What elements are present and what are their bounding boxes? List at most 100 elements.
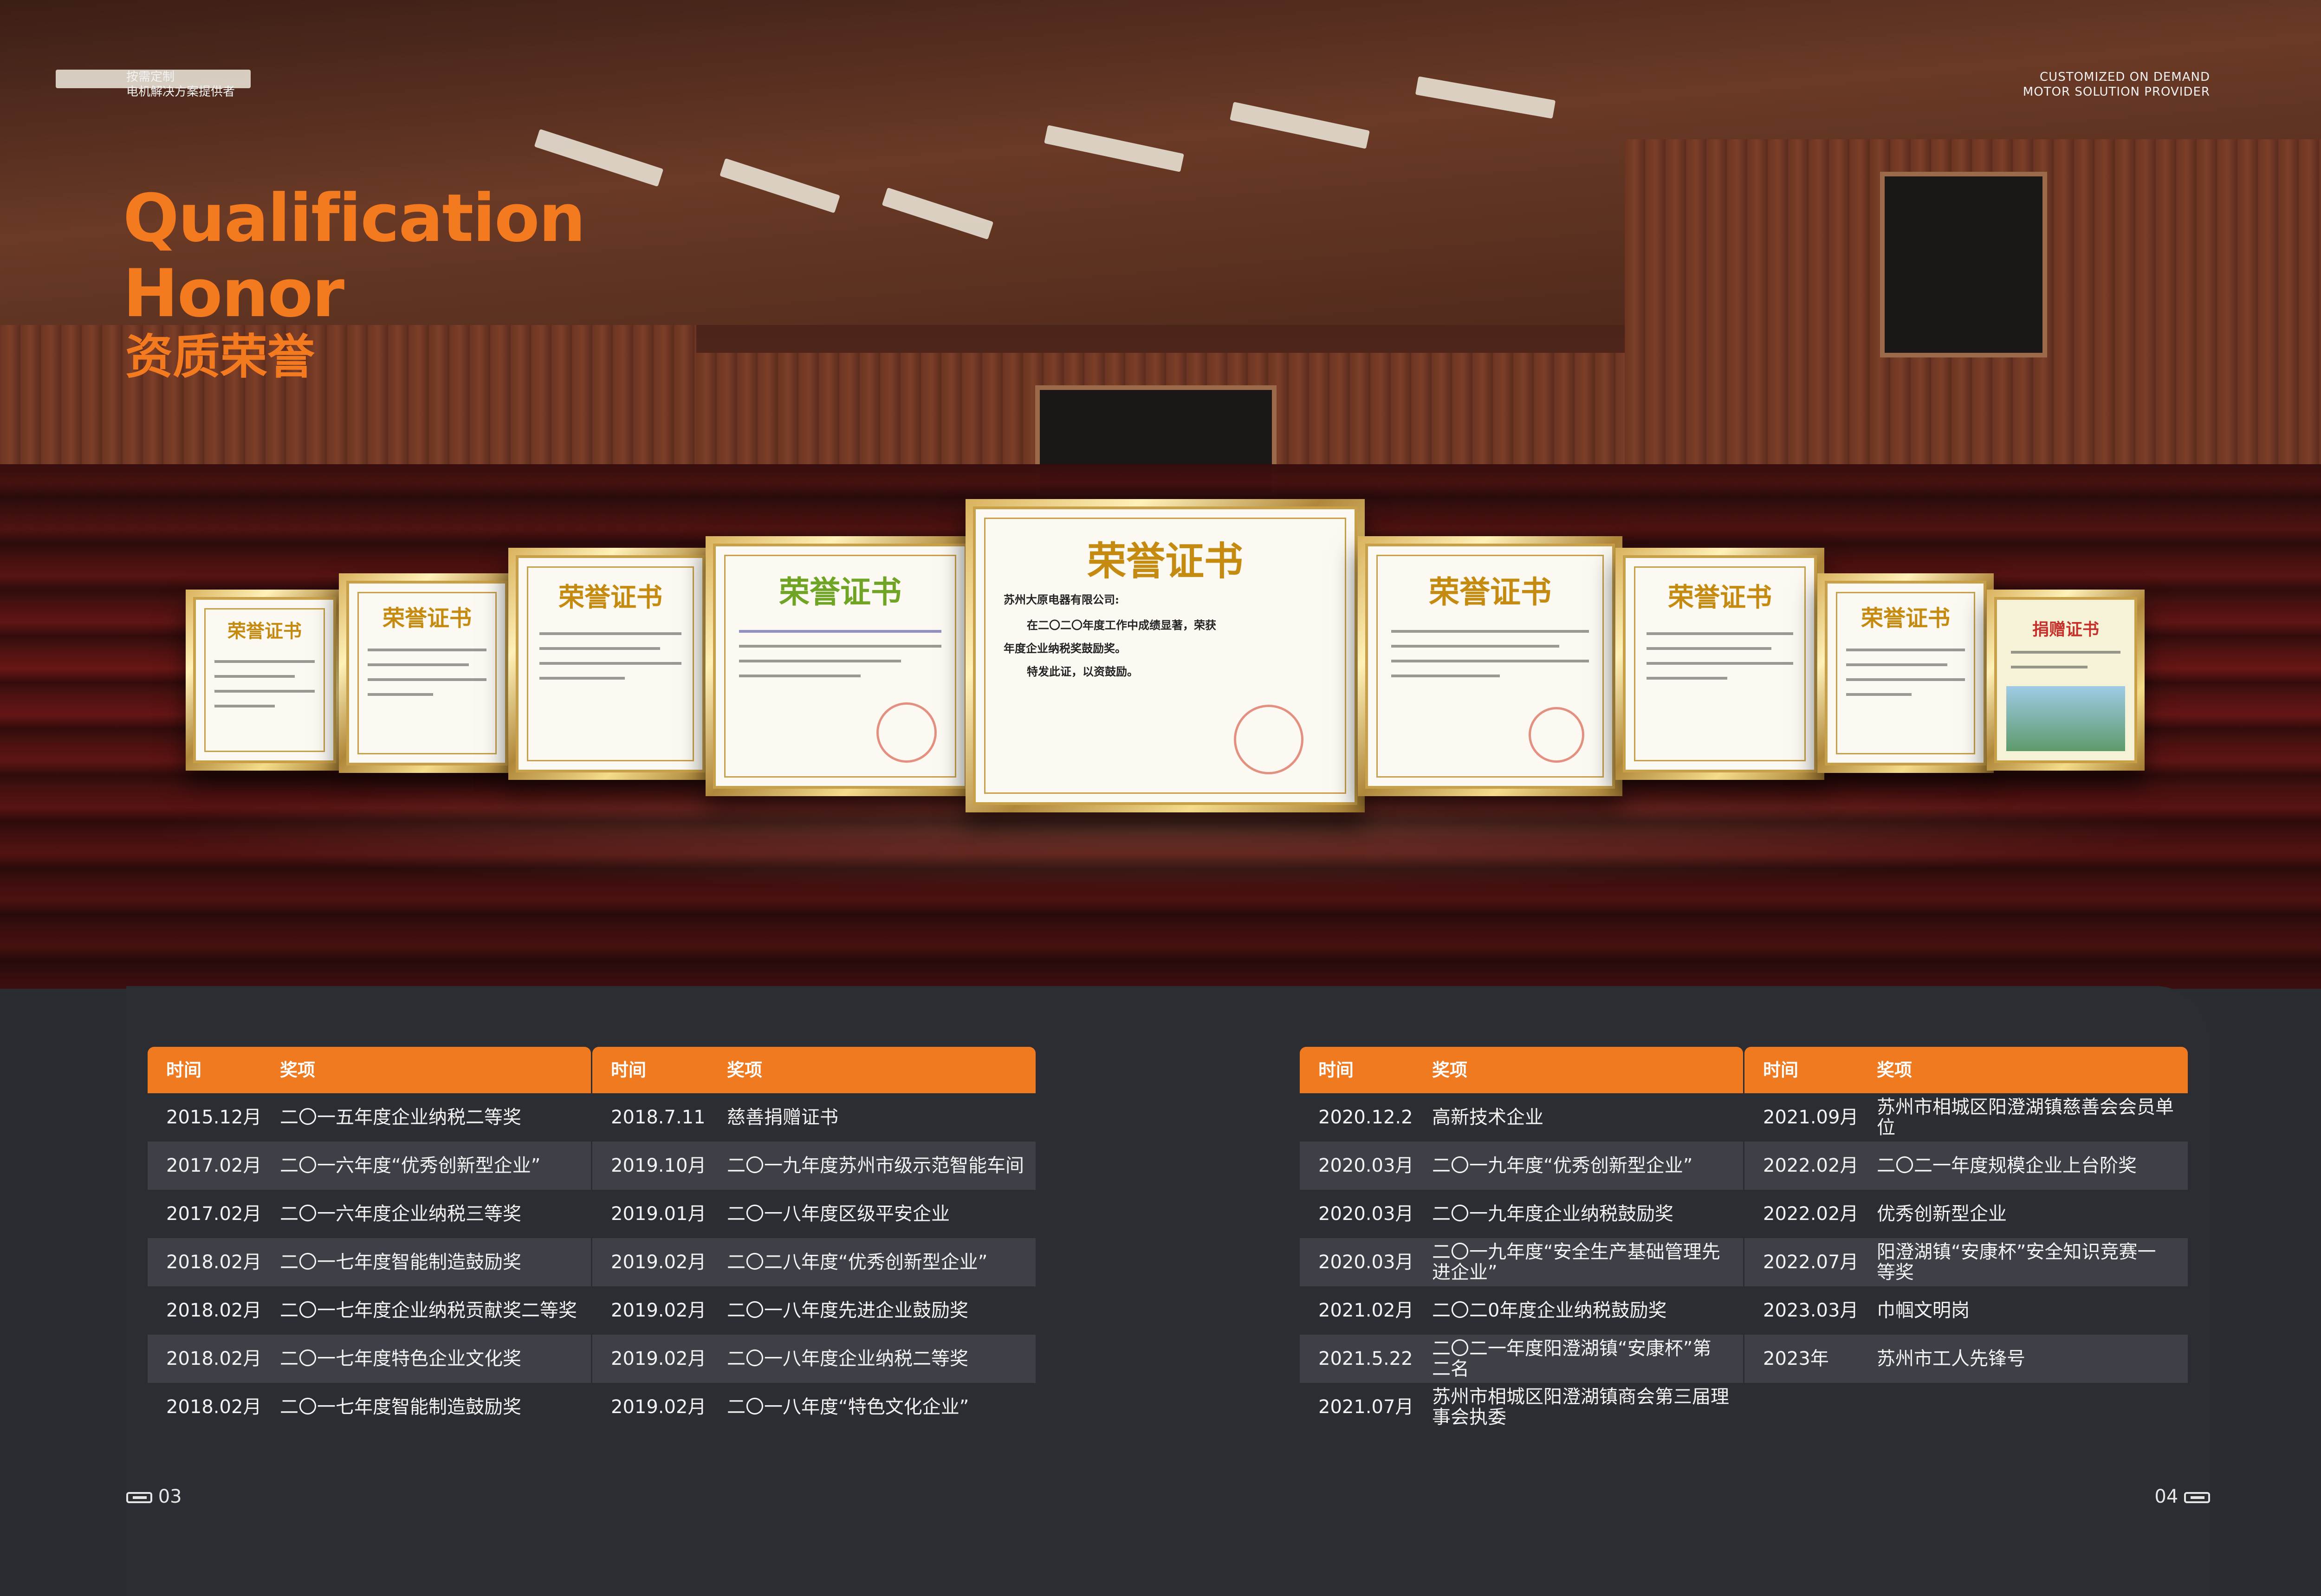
- row-time: 2019.02月: [611, 1300, 707, 1321]
- row-time: 2018.7.11: [611, 1107, 706, 1128]
- row-time: 2017.02月: [166, 1155, 262, 1176]
- donation-certificate-frame: 捐赠证书: [1987, 590, 2145, 771]
- table-row: 2019.02月 二〇一八年度“特色文化企业”: [592, 1383, 1036, 1431]
- row-time: 2019.01月: [611, 1203, 707, 1225]
- certificate-title: 荣誉证书: [1087, 538, 1243, 584]
- main-certificate: 荣誉证书 苏州大原电器有限公司: 在二〇二〇年度工作中成绩显著，荣获 年度企业纳…: [973, 506, 1357, 805]
- row-time: 2015.12月: [166, 1107, 262, 1128]
- motor-icon: [126, 1492, 152, 1503]
- row-award: 苏州市相城区阳澄湖镇慈善会会员单位: [1877, 1096, 2174, 1138]
- tagline-en-line1: CUSTOMIZED ON DEMAND: [2040, 70, 2210, 84]
- tagline-cn-line2: 电机解决方案提供者: [126, 85, 235, 99]
- row-time: 2020.12.2: [1318, 1107, 1413, 1128]
- row-time: 2019.02月: [611, 1252, 707, 1273]
- table-row: 2022.02月 优秀创新型企业: [1744, 1190, 2188, 1238]
- certificate-text-lines: [1846, 649, 1965, 708]
- page-number-left-text: 03: [158, 1486, 182, 1507]
- certificate: 荣誉证书: [516, 555, 705, 772]
- table-row: 2021.5.22 二〇二一年度阳澄湖镇“安康杯”第二名: [1300, 1335, 1743, 1383]
- row-time: 2021.5.22: [1318, 1348, 1413, 1369]
- table-row: 2022.07月 阳澄湖镇“安康杯”安全知识竞赛一等奖: [1744, 1238, 2188, 1286]
- page-title-cn: 资质荣誉: [125, 330, 315, 385]
- row-award: 苏州市相城区阳澄湖镇商会第三届理事会执委: [1432, 1386, 1729, 1428]
- row-time: 2022.02月: [1763, 1155, 1859, 1176]
- certificate: 荣誉证书: [1825, 581, 1986, 766]
- certificate-frame: 荣誉证书: [1615, 548, 1824, 780]
- row-award: 二〇二八年度“优秀创新型企业”: [727, 1252, 988, 1273]
- stamp-seal: [1234, 705, 1303, 774]
- table-row: 2018.02月 二〇一七年度特色企业文化奖: [148, 1335, 591, 1383]
- page-title-en: Qualification Honor: [123, 180, 586, 332]
- row-award: 二〇一九年度企业纳税鼓励奖: [1432, 1203, 1673, 1225]
- row-award: 二〇一七年度企业纳税贡献奖二等奖: [280, 1300, 577, 1321]
- row-award: 二〇二一年度阳澄湖镇“安康杯”第二名: [1432, 1338, 1712, 1380]
- header-tagline-en: CUSTOMIZED ON DEMAND MOTOR SOLUTION PROV…: [2023, 70, 2210, 99]
- page-number-right-text: 04: [2154, 1486, 2178, 1507]
- header-award: 奖项: [280, 1060, 316, 1080]
- certificate-title: 荣誉证书: [227, 620, 302, 642]
- table-row: 2020.03月 二〇一九年度“优秀创新型企业”: [1300, 1142, 1743, 1190]
- header-tagline-cn: 按需定制 电机解决方案提供者: [126, 70, 235, 99]
- row-time: 2017.02月: [166, 1203, 262, 1225]
- row-award: 优秀创新型企业: [1877, 1203, 2007, 1225]
- donation-title: 捐赠证书: [2032, 620, 2099, 639]
- title-en-line2: Honor: [123, 255, 344, 332]
- certificate-frame: 荣誉证书: [508, 548, 713, 780]
- certificate-frame: 荣誉证书: [706, 536, 975, 796]
- certificate: 荣誉证书: [346, 581, 508, 766]
- row-time: 2023年: [1763, 1348, 1829, 1369]
- row-award: 二〇一七年度特色企业文化奖: [280, 1348, 521, 1369]
- row-time: 2019.10月: [611, 1155, 707, 1176]
- row-time: 2018.02月: [166, 1348, 262, 1369]
- row-award: 二〇一八年度企业纳税二等奖: [727, 1348, 968, 1369]
- certificate-frame: 荣誉证书: [339, 573, 515, 773]
- certificate: 荣誉证书: [1365, 544, 1615, 789]
- row-award: 二〇一七年度智能制造鼓励奖: [280, 1396, 521, 1418]
- row-award: 阳澄湖镇“安康杯”安全知识竞赛一等奖: [1877, 1241, 2156, 1283]
- page-number-left: 03: [126, 1486, 182, 1508]
- table-header: 时间 奖项: [1300, 1047, 1743, 1093]
- table-row: 2023年 苏州市工人先锋号: [1744, 1335, 2188, 1383]
- title-en-line1: Qualification: [123, 180, 586, 257]
- header-award: 奖项: [1877, 1060, 1913, 1080]
- certificate-title: 荣誉证书: [1861, 605, 1950, 631]
- certificate-frame: 荣誉证书: [1817, 573, 1994, 773]
- certificate-text-lines: [739, 630, 941, 689]
- row-award: 二〇一九年度“安全生产基础管理先进企业”: [1432, 1241, 1720, 1283]
- header-time: 时间: [1318, 1060, 1354, 1080]
- certificate-text-lines: [2011, 651, 2120, 681]
- table-row: 2023.03月 巾帼文明岗: [1744, 1286, 2188, 1335]
- row-time: 2020.03月: [1318, 1155, 1414, 1176]
- row-award: 二〇一九年度苏州市级示范智能车间: [727, 1155, 1024, 1176]
- row-time: 2020.03月: [1318, 1252, 1414, 1273]
- table-row: 2019.01月 二〇一八年度区级平安企业: [592, 1190, 1036, 1238]
- wall-window: [1880, 172, 2047, 357]
- main-certificate-frame: 荣誉证书 苏州大原电器有限公司: 在二〇二〇年度工作中成绩显著，荣获 年度企业纳…: [966, 499, 1365, 812]
- table-header: 时间 奖项: [592, 1047, 1036, 1093]
- auditorium-background: [0, 0, 2321, 989]
- certificate-frame: 荣誉证书: [186, 590, 344, 771]
- row-award: 二〇一八年度区级平安企业: [727, 1203, 950, 1225]
- row-time: 2018.02月: [166, 1396, 262, 1418]
- certificate-frame: 荣誉证书: [1358, 536, 1622, 796]
- header-award: 奖项: [1432, 1060, 1468, 1080]
- row-time: 2021.09月: [1763, 1107, 1859, 1128]
- certificate-text-lines: [539, 632, 681, 692]
- brochure-spread: 按需定制 电机解决方案提供者 CUSTOMIZED ON DEMAND MOTO…: [0, 0, 2321, 1596]
- landscape-image: [2006, 686, 2125, 751]
- table-row: 2018.02月 二〇一七年度智能制造鼓励奖: [148, 1238, 591, 1286]
- row-award: 二〇一七年度智能制造鼓励奖: [280, 1252, 521, 1273]
- certificate: 荣誉证书: [713, 544, 967, 789]
- row-award: 苏州市工人先锋号: [1877, 1348, 2025, 1369]
- page-number-right: 04: [2154, 1486, 2210, 1508]
- tagline-en-line2: MOTOR SOLUTION PROVIDER: [2023, 85, 2210, 99]
- row-time: 2020.03月: [1318, 1203, 1414, 1225]
- table-row: 2021.07月 苏州市相城区阳澄湖镇商会第三届理事会执委: [1300, 1383, 1743, 1431]
- row-time: 2023.03月: [1763, 1300, 1859, 1321]
- table-row: 2018.02月 二〇一七年度智能制造鼓励奖: [148, 1383, 591, 1431]
- row-award: 二〇一五年度企业纳税二等奖: [280, 1107, 521, 1128]
- row-award: 二〇一六年度企业纳税三等奖: [280, 1203, 521, 1225]
- row-award: 二〇二0年度企业纳税鼓励奖: [1432, 1300, 1667, 1321]
- table-header: 时间 奖项: [148, 1047, 591, 1093]
- row-time: 2021.07月: [1318, 1396, 1414, 1418]
